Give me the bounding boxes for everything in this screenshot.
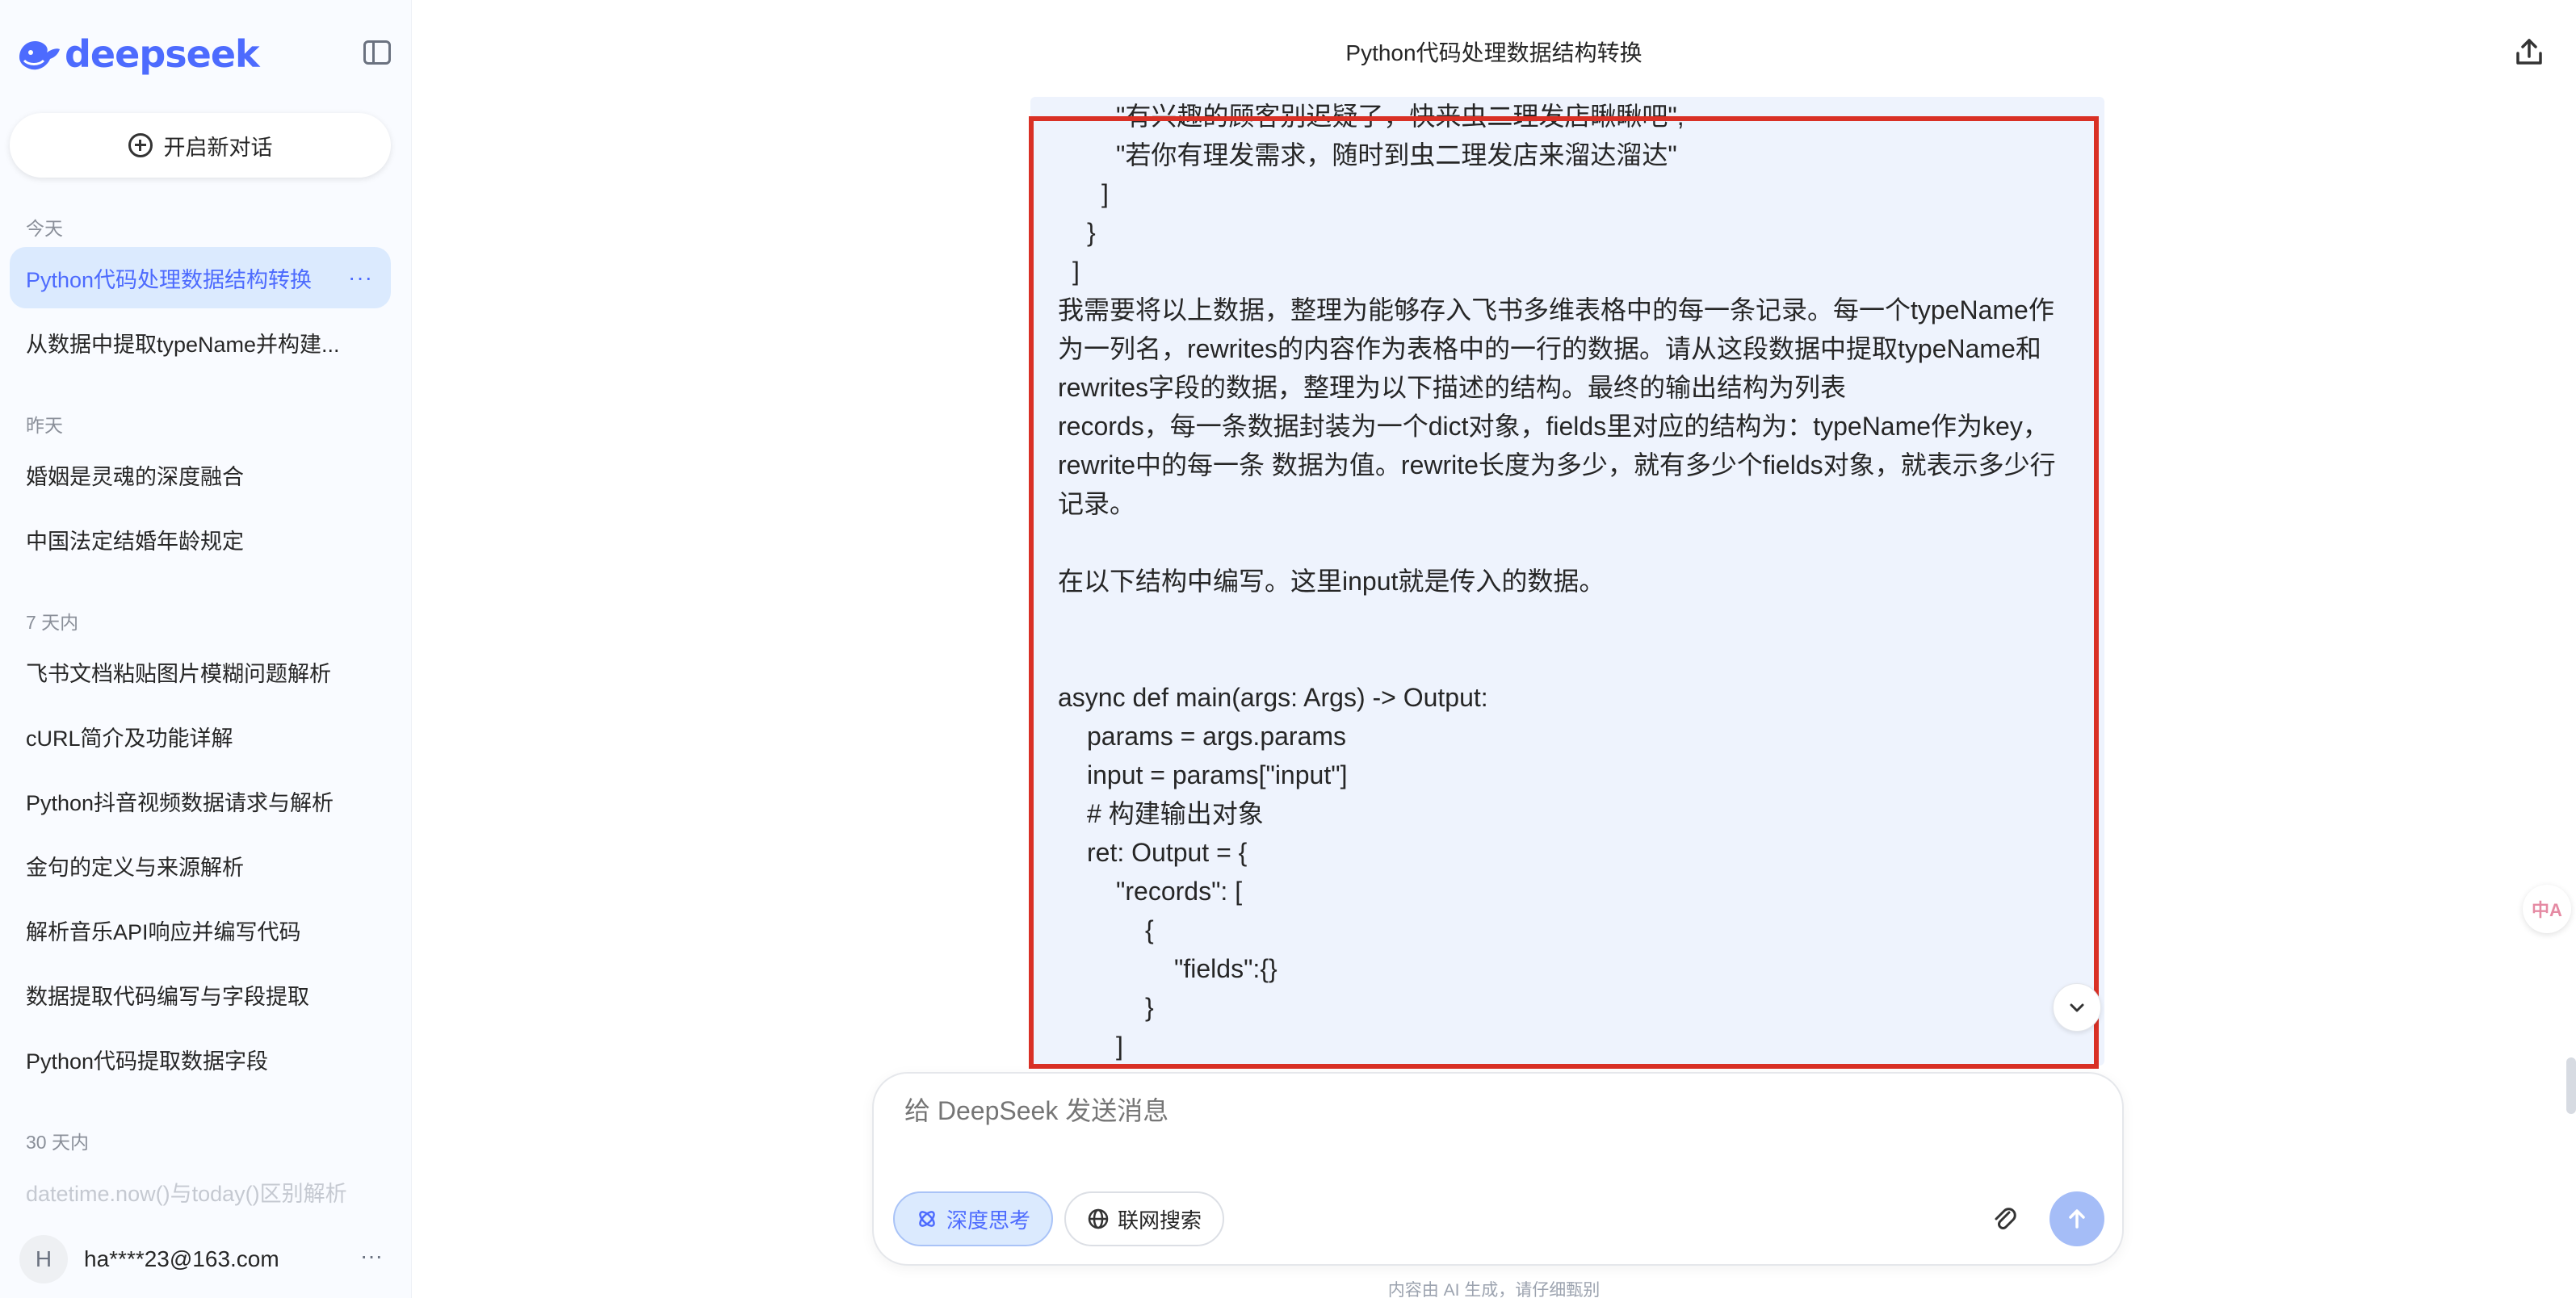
deep-think-label: 深度思考: [946, 1208, 1031, 1233]
history-item[interactable]: 金句的定义与来源解析: [10, 835, 391, 896]
history-item[interactable]: 解析音乐API响应并编写代码: [10, 899, 391, 961]
ai-disclaimer: 内容由 AI 生成，请仔细甄别: [1387, 1281, 1601, 1298]
atom-icon: [919, 1211, 935, 1227]
message-line: ]: [1072, 257, 1080, 286]
scrollbar[interactable]: [2566, 1057, 2576, 1114]
message-input[interactable]: [904, 1096, 2035, 1126]
group-label-yesterday: 昨天: [26, 415, 63, 436]
message-line: "fields":{}: [1174, 954, 1278, 983]
conversation-title: Python代码处理数据结构转换: [1345, 40, 1643, 65]
history-item-label: 数据提取代码编写与字段提取: [26, 984, 309, 1009]
message-line: params = args.params: [1087, 722, 1347, 751]
history-item-label: 金句的定义与来源解析: [26, 855, 244, 880]
group-label-30days: 30 天内: [26, 1132, 89, 1153]
chevron-down-icon: [2070, 1003, 2084, 1012]
message-line: records，每一条数据封装为一个dict对象，fields里对应的结构为：t…: [1058, 412, 2049, 441]
plus-circle-icon: [128, 133, 153, 157]
group-label-today: 今天: [26, 218, 63, 239]
user-profile[interactable]: H ha****23@163.com ···: [19, 1235, 391, 1283]
message-line: "有兴趣的顾客别迟疑了，快来虫二理发店瞅瞅吧",: [1116, 102, 1684, 131]
scroll-to-bottom-button[interactable]: [2053, 983, 2101, 1032]
sidebar: deepseek 开启新对话 今天 Python代码处理数据结构转换 ··· 从…: [0, 0, 412, 1298]
share-icon[interactable]: [2513, 36, 2545, 68]
send-button[interactable]: [2049, 1191, 2104, 1246]
history-item-label: 从数据中提取typeName并构建...: [26, 332, 340, 357]
message-line: ]: [1116, 1032, 1123, 1061]
history-item-label: Python代码处理数据结构转换: [26, 267, 313, 292]
history-item-active[interactable]: Python代码处理数据结构转换 ···: [10, 247, 391, 308]
history-item[interactable]: 婚姻是灵魂的深度融合: [10, 444, 391, 505]
history-item-label: Python代码提取数据字段: [26, 1049, 269, 1074]
message-line: input = params["input"]: [1087, 760, 1348, 789]
message-line: 记录。: [1058, 489, 1136, 518]
history-item[interactable]: 从数据中提取typeName并构建...: [10, 312, 391, 373]
whale-logo-icon: [19, 41, 60, 70]
message-line: # 构建输出对象: [1087, 799, 1264, 828]
history-item-label: datetime.now()与today()区别解析: [26, 1181, 347, 1206]
history-item[interactable]: 飞书文档粘贴图片模糊问题解析: [10, 641, 391, 702]
history-item[interactable]: cURL简介及功能详解: [10, 706, 391, 767]
message-line: 为一列名，rewrites的内容作为表格中的一行的数据。请从这段数据中提取typ…: [1058, 334, 2041, 363]
logo-text: deepseek: [65, 32, 260, 76]
history-item-label: 飞书文档粘贴图片模糊问题解析: [26, 661, 331, 686]
message-line: "records": [: [1116, 877, 1243, 906]
message-line: async def main(args: Args) -> Output:: [1058, 683, 1488, 712]
message-line: "若你有理发需求，随时到虫二理发店来溜达溜达": [1116, 140, 1677, 170]
new-chat-button[interactable]: 开启新对话: [10, 113, 391, 178]
history-item-label: Python抖音视频数据请求与解析: [26, 790, 334, 815]
web-search-toggle[interactable]: 联网搜索: [1064, 1191, 1225, 1246]
deep-think-toggle[interactable]: 深度思考: [893, 1191, 1054, 1246]
message-line: rewrites字段的数据，整理为以下描述的结构。最终的输出结构为列表: [1058, 373, 1847, 402]
group-label-7days: 7 天内: [26, 612, 79, 633]
user-message: "有兴趣的顾客别迟疑了，快来虫二理发店瞅瞅吧", "若你有理发需求，随时到虫二理…: [1030, 97, 2104, 1066]
history-item-label: 婚姻是灵魂的深度融合: [26, 464, 244, 489]
translate-float-icon[interactable]: 中A: [2523, 885, 2571, 933]
message-line: ret: Output = {: [1087, 838, 1248, 867]
logo[interactable]: deepseek: [15, 32, 260, 76]
user-more-icon[interactable]: ···: [360, 1243, 383, 1269]
history-item[interactable]: datetime.now()与today()区别解析: [10, 1161, 391, 1222]
avatar: H: [19, 1235, 68, 1283]
message-composer: 深度思考 联网搜索: [872, 1072, 2124, 1266]
history-item[interactable]: Python代码提取数据字段: [10, 1028, 391, 1090]
message-line: 我需要将以上数据，整理为能够存入飞书多维表格中的每一条记录。每一个typeNam…: [1058, 295, 2054, 324]
message-line: {: [1145, 915, 1154, 944]
sidebar-toggle-icon[interactable]: [363, 40, 391, 65]
more-options-icon[interactable]: ···: [348, 265, 373, 291]
history-item[interactable]: Python抖音视频数据请求与解析: [10, 770, 391, 831]
paperclip-icon[interactable]: [1988, 1203, 2020, 1235]
new-chat-label: 开启新对话: [163, 135, 273, 160]
web-search-label: 联网搜索: [1118, 1208, 1202, 1233]
history-item[interactable]: 中国法定结婚年龄规定: [10, 509, 391, 570]
history-item-label: 中国法定结婚年龄规定: [26, 529, 244, 554]
message-line: }: [1087, 218, 1096, 247]
message-line: 在以下结构中编写。这里input就是传入的数据。: [1058, 567, 1605, 596]
message-line: ]: [1101, 179, 1109, 208]
history-item-label: 解析音乐API响应并编写代码: [26, 919, 301, 944]
message-line: }: [1145, 993, 1154, 1022]
arrow-up-icon: [2069, 1209, 2085, 1229]
globe-icon: [1088, 1208, 1109, 1229]
message-line: rewrite中的每一条 数据为值。rewrite长度为多少，就有多少个fiel…: [1058, 450, 2056, 479]
user-email: ha****23@163.com: [84, 1246, 279, 1271]
history-item-label: cURL简介及功能详解: [26, 726, 233, 751]
history-item[interactable]: 数据提取代码编写与字段提取: [10, 964, 391, 1025]
